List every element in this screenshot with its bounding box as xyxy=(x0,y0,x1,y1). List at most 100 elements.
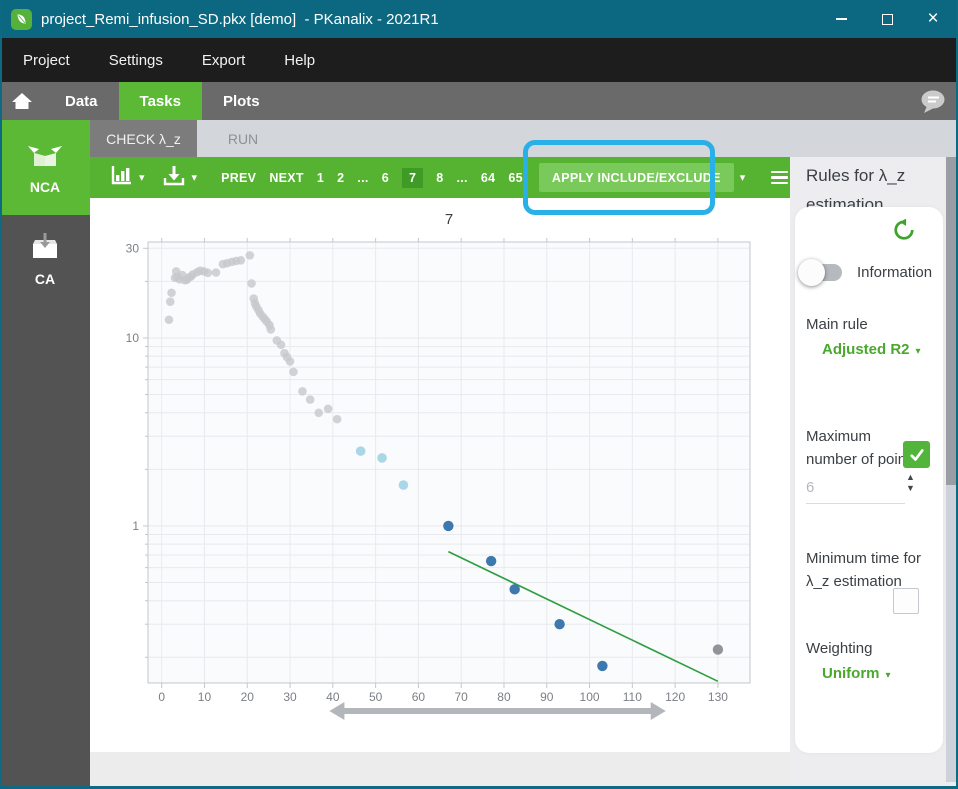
page-button-7[interactable]: 7 xyxy=(402,168,423,188)
plot-background xyxy=(148,242,750,683)
spinner-down-icon[interactable]: ▼ xyxy=(906,484,915,493)
open-box-icon xyxy=(25,141,65,172)
next-button[interactable]: NEXT xyxy=(269,171,304,185)
chevron-down-icon: ▾ xyxy=(886,670,891,681)
page-button-6[interactable]: 6 xyxy=(382,171,389,185)
lambda-z-chart[interactable]: 0102030405060708090100110120130301017 xyxy=(90,198,790,752)
x-tick-label: 20 xyxy=(241,690,255,704)
excluded-gray-point[interactable] xyxy=(166,297,175,306)
excluded-gray-point[interactable] xyxy=(246,251,255,260)
subtab-bar: CHECK λ_z RUN xyxy=(90,120,958,157)
title-bar: project_Remi_infusion_SD.pkx [demo] - PK… xyxy=(0,0,958,38)
menu-project[interactable]: Project xyxy=(23,52,70,69)
excluded-gray-point[interactable] xyxy=(286,357,295,366)
maximize-button[interactable] xyxy=(864,0,910,38)
lambda-z-selected-blue-point[interactable] xyxy=(509,584,519,594)
prev-button[interactable]: PREV xyxy=(221,171,256,185)
chevron-down-icon[interactable]: ▾ xyxy=(192,171,198,184)
toggle-knob xyxy=(798,259,825,286)
excluded-gray-point[interactable] xyxy=(333,415,342,424)
reset-icon[interactable] xyxy=(893,219,915,246)
chat-bubble-icon[interactable] xyxy=(919,89,946,119)
excluded-gray-point[interactable] xyxy=(165,315,174,324)
menu-settings[interactable]: Settings xyxy=(109,52,163,69)
page-ellipsis: ... xyxy=(457,171,468,185)
menu-export[interactable]: Export xyxy=(202,52,245,69)
page-button-1[interactable]: 1 xyxy=(317,171,324,185)
x-tick-label: 80 xyxy=(497,690,511,704)
lambda-z-selected-blue-point[interactable] xyxy=(486,556,496,566)
window-title: project_Remi_infusion_SD.pkx [demo] - PK… xyxy=(41,11,439,28)
page-button-8[interactable]: 8 xyxy=(436,171,443,185)
tab-plots[interactable]: Plots xyxy=(202,82,281,120)
plot-type-icon[interactable] xyxy=(108,163,133,192)
chevron-down-icon: ▾ xyxy=(916,346,921,357)
excluded-gray-point[interactable] xyxy=(204,269,213,278)
lambda-z-selected-blue-point[interactable] xyxy=(597,661,607,671)
apply-dropdown-caret-icon[interactable]: ▾ xyxy=(740,171,746,184)
lambda-z-selected-blue-point[interactable] xyxy=(554,619,564,629)
candidate-lightblue-point[interactable] xyxy=(399,480,409,490)
tab-data[interactable]: Data xyxy=(44,82,119,120)
weighting-dropdown[interactable]: Uniform▾ xyxy=(822,665,891,682)
candidate-lightblue-point[interactable] xyxy=(356,446,366,456)
minimize-button[interactable] xyxy=(818,0,864,38)
excluded-gray-point[interactable] xyxy=(167,288,176,297)
information-row: Information xyxy=(800,264,932,281)
bottom-strip xyxy=(90,752,790,786)
window-border-left xyxy=(0,0,2,789)
post-range-gray-point[interactable] xyxy=(713,644,723,654)
candidate-lightblue-point[interactable] xyxy=(377,453,387,463)
max-points-checkbox[interactable] xyxy=(903,441,930,468)
excluded-gray-point[interactable] xyxy=(266,325,275,334)
sidebar-item-ca[interactable]: CA xyxy=(0,215,90,303)
pagination: PREVNEXT12...678...6465 xyxy=(221,168,523,188)
excluded-gray-point[interactable] xyxy=(289,368,298,377)
min-time-checkbox[interactable] xyxy=(893,588,919,614)
excluded-gray-point[interactable] xyxy=(247,279,256,288)
menu-icon[interactable] xyxy=(771,171,788,185)
slider-left-arrow-icon[interactable] xyxy=(329,702,344,720)
tab-check-lambda-z[interactable]: CHECK λ_z xyxy=(90,120,197,157)
slider-right-arrow-icon[interactable] xyxy=(651,702,666,720)
max-points-label: Maximum number of points xyxy=(806,425,918,471)
excluded-gray-point[interactable] xyxy=(324,404,333,413)
excluded-gray-point[interactable] xyxy=(237,256,246,265)
pkanalix-logo-icon xyxy=(11,9,32,30)
apply-include-exclude-button[interactable]: APPLY INCLUDE/EXCLUDE xyxy=(539,163,734,192)
x-tick-label: 70 xyxy=(455,690,469,704)
export-plot-icon[interactable] xyxy=(161,163,186,192)
app-window: project_Remi_infusion_SD.pkx [demo] - PK… xyxy=(0,0,958,789)
x-tick-label: 90 xyxy=(540,690,554,704)
excluded-gray-point[interactable] xyxy=(298,387,307,396)
x-tick-label: 60 xyxy=(412,690,426,704)
lambda-z-selected-blue-point[interactable] xyxy=(443,521,453,531)
tab-tasks[interactable]: Tasks xyxy=(119,82,202,120)
panel-scrollbar[interactable] xyxy=(946,157,956,782)
window-controls: × xyxy=(818,0,956,38)
main-rule-dropdown[interactable]: Adjusted R2▾ xyxy=(822,341,921,358)
home-icon[interactable] xyxy=(0,91,44,111)
min-time-label: Minimum time for λ_z estimation xyxy=(806,547,926,593)
sidebar-item-nca[interactable]: NCA xyxy=(0,120,90,215)
closed-box-icon xyxy=(27,231,63,264)
page-button-65[interactable]: 65 xyxy=(508,171,523,185)
y-tick-label: 1 xyxy=(132,519,139,533)
information-toggle[interactable] xyxy=(800,264,842,281)
scrollbar-thumb[interactable] xyxy=(946,157,956,485)
max-points-input[interactable]: 6 xyxy=(806,479,814,496)
page-button-64[interactable]: 64 xyxy=(481,171,496,185)
excluded-gray-point[interactable] xyxy=(306,395,315,404)
chevron-down-icon[interactable]: ▾ xyxy=(139,171,145,184)
excluded-gray-point[interactable] xyxy=(314,408,323,417)
chart-area: 0102030405060708090100110120130301017 xyxy=(90,198,790,752)
page-button-2[interactable]: 2 xyxy=(337,171,344,185)
excluded-gray-point[interactable] xyxy=(212,268,221,277)
close-button[interactable]: × xyxy=(910,0,956,38)
excluded-gray-point[interactable] xyxy=(277,340,286,349)
spinner-up-icon[interactable]: ▲ xyxy=(906,473,915,482)
time-range-slider[interactable] xyxy=(341,708,653,714)
menu-help[interactable]: Help xyxy=(284,52,315,69)
tab-run[interactable]: RUN xyxy=(197,120,289,157)
rules-panel: Rules for λ_z estimation Information Mai… xyxy=(790,157,958,786)
